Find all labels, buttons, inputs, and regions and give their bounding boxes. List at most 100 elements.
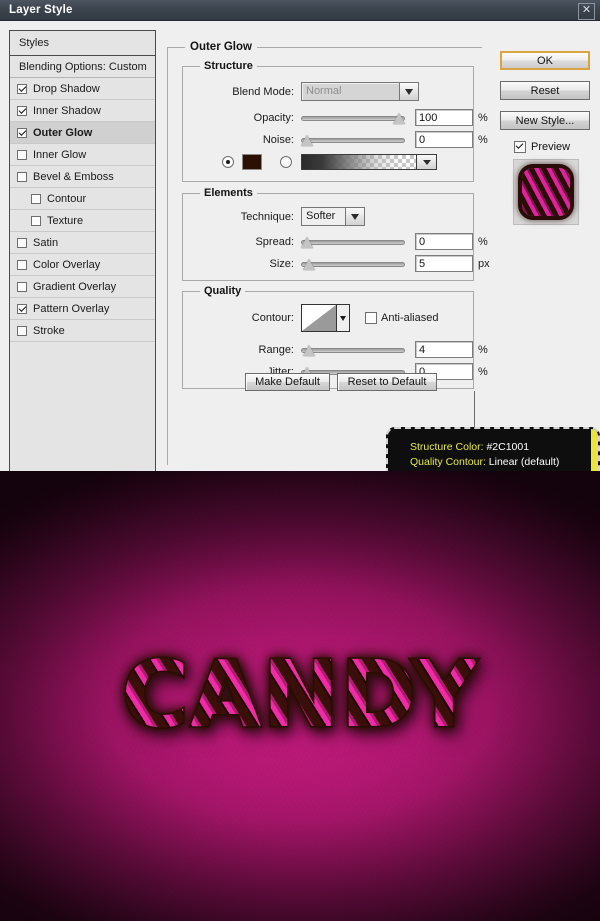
spread-slider[interactable] bbox=[301, 235, 405, 249]
glow-gradient-radio[interactable] bbox=[280, 156, 292, 168]
style-row-texture[interactable]: Texture bbox=[10, 210, 155, 232]
range-input[interactable] bbox=[415, 341, 473, 358]
contour-picker[interactable] bbox=[301, 304, 350, 332]
style-row-label: Stroke bbox=[33, 324, 65, 337]
style-row-label: Inner Shadow bbox=[33, 104, 101, 117]
style-checkbox[interactable] bbox=[17, 237, 27, 248]
contour-label: Contour: bbox=[251, 312, 294, 324]
contour-chevron-down-icon[interactable] bbox=[337, 304, 350, 332]
style-checkbox[interactable] bbox=[17, 259, 27, 270]
blend-mode-select[interactable]: Normal bbox=[301, 82, 419, 101]
noise-unit: % bbox=[478, 133, 488, 146]
technique-select[interactable]: Softer bbox=[301, 207, 365, 226]
size-slider[interactable] bbox=[301, 257, 405, 271]
structure-group-title: Structure bbox=[200, 60, 257, 72]
blend-mode-value: Normal bbox=[301, 82, 400, 101]
tooltip-key-quality-contour: Quality Contour: bbox=[410, 455, 486, 468]
contour-preview-swatch[interactable] bbox=[301, 304, 337, 332]
noise-label: Noise: bbox=[262, 133, 294, 146]
spread-input[interactable] bbox=[415, 233, 473, 250]
anti-aliased-box[interactable] bbox=[365, 312, 377, 324]
make-default-button[interactable]: Make Default bbox=[245, 373, 330, 391]
style-row-label: Inner Glow bbox=[33, 148, 87, 161]
anti-aliased-checkbox[interactable]: Anti-aliased bbox=[365, 312, 438, 324]
style-row-stroke[interactable]: Stroke bbox=[10, 320, 155, 342]
style-checkbox[interactable] bbox=[17, 127, 27, 138]
style-row-color-overlay[interactable]: Color Overlay bbox=[10, 254, 155, 276]
size-label: Size: bbox=[269, 257, 294, 270]
tooltip-key-structure-color: Structure Color: bbox=[410, 440, 484, 453]
opacity-label: Opacity: bbox=[253, 111, 294, 124]
tooltip-line-structure-color: Structure Color: #2C1001 bbox=[410, 440, 598, 455]
close-icon[interactable]: ✕ bbox=[578, 3, 595, 20]
anti-aliased-label: Anti-aliased bbox=[381, 312, 439, 324]
range-unit: % bbox=[478, 343, 488, 356]
tooltip-leader-line bbox=[474, 391, 475, 429]
style-row-drop-shadow[interactable]: Drop Shadow bbox=[10, 78, 155, 100]
glow-color-swatch[interactable] bbox=[242, 154, 262, 170]
document-canvas[interactable]: CANDY CANDY bbox=[0, 471, 600, 921]
style-row-gradient-overlay[interactable]: Gradient Overlay bbox=[10, 276, 155, 298]
preview-label: Preview bbox=[531, 141, 571, 153]
gradient-chevron-down-icon[interactable] bbox=[417, 154, 437, 170]
technique-value: Softer bbox=[301, 207, 346, 226]
style-row-label: Satin bbox=[33, 236, 59, 249]
new-style-button[interactable]: New Style... bbox=[500, 111, 590, 130]
dialog-body: Styles Blending Options: Custom Drop Sha… bbox=[0, 21, 600, 788]
style-row-pattern-overlay[interactable]: Pattern Overlay bbox=[10, 298, 155, 320]
quality-group-title: Quality bbox=[200, 285, 246, 297]
technique-chevron-down-icon[interactable] bbox=[346, 207, 365, 226]
dialog-title: Layer Style bbox=[9, 4, 73, 16]
spread-label: Spread: bbox=[255, 235, 294, 248]
style-row-label: Outer Glow bbox=[33, 126, 93, 139]
opacity-input[interactable] bbox=[415, 109, 473, 126]
style-row-satin[interactable]: Satin bbox=[10, 232, 155, 254]
style-row-label: Color Overlay bbox=[33, 258, 101, 271]
reset-to-default-button[interactable]: Reset to Default bbox=[337, 373, 437, 391]
candy-style-thumb bbox=[522, 168, 570, 216]
style-row-label: Contour bbox=[47, 192, 87, 205]
glow-gradient-preview[interactable] bbox=[301, 154, 417, 170]
preview-checkbox[interactable]: Preview bbox=[514, 141, 590, 153]
range-label: Range: bbox=[258, 343, 294, 356]
style-checkbox[interactable] bbox=[17, 149, 27, 160]
noise-slider[interactable] bbox=[301, 133, 405, 147]
ok-button[interactable]: OK bbox=[500, 51, 590, 70]
style-row-outer-glow[interactable]: Outer Glow bbox=[10, 122, 155, 144]
range-slider[interactable] bbox=[301, 343, 405, 357]
styles-list-rows: Drop Shadow Inner Shadow Outer Glow Inner G… bbox=[10, 78, 155, 342]
style-checkbox[interactable] bbox=[31, 215, 41, 226]
style-row-label: Gradient Overlay bbox=[33, 280, 117, 293]
style-checkbox[interactable] bbox=[17, 325, 27, 336]
style-checkbox[interactable] bbox=[17, 83, 27, 94]
reset-button[interactable]: Reset bbox=[500, 81, 590, 100]
blend-mode-label: Blend Mode: bbox=[232, 85, 294, 98]
style-checkbox[interactable] bbox=[17, 105, 27, 116]
size-input[interactable] bbox=[415, 255, 473, 272]
styles-list-header: Styles bbox=[10, 31, 155, 56]
styles-list-panel: Styles Blending Options: Custom Drop Sha… bbox=[9, 30, 156, 788]
style-checkbox[interactable] bbox=[17, 281, 27, 292]
style-checkbox[interactable] bbox=[31, 193, 41, 204]
style-checkbox[interactable] bbox=[17, 171, 27, 182]
style-row-bevel-emboss[interactable]: Bevel & Emboss bbox=[10, 166, 155, 188]
opacity-slider[interactable] bbox=[301, 111, 405, 125]
style-preview-thumbnail bbox=[513, 159, 579, 225]
technique-label: Technique: bbox=[240, 210, 294, 223]
style-checkbox[interactable] bbox=[17, 303, 27, 314]
glow-color-radio[interactable] bbox=[222, 156, 234, 168]
blending-options-item[interactable]: Blending Options: Custom bbox=[10, 56, 155, 78]
noise-input[interactable] bbox=[415, 131, 473, 148]
layer-style-dialog: Layer Style ✕ Styles Blending Options: C… bbox=[0, 0, 600, 788]
size-unit: px bbox=[478, 257, 490, 270]
preview-checkbox-box[interactable] bbox=[514, 141, 526, 153]
style-row-label: Pattern Overlay bbox=[33, 302, 110, 315]
elements-group-title: Elements bbox=[200, 187, 257, 199]
style-row-inner-shadow[interactable]: Inner Shadow bbox=[10, 100, 155, 122]
canvas-vignette bbox=[0, 471, 600, 921]
style-row-label: Texture bbox=[47, 214, 84, 227]
outer-glow-group-title: Outer Glow bbox=[185, 41, 257, 53]
style-row-contour[interactable]: Contour bbox=[10, 188, 155, 210]
style-row-inner-glow[interactable]: Inner Glow bbox=[10, 144, 155, 166]
chevron-down-icon[interactable] bbox=[400, 82, 419, 101]
